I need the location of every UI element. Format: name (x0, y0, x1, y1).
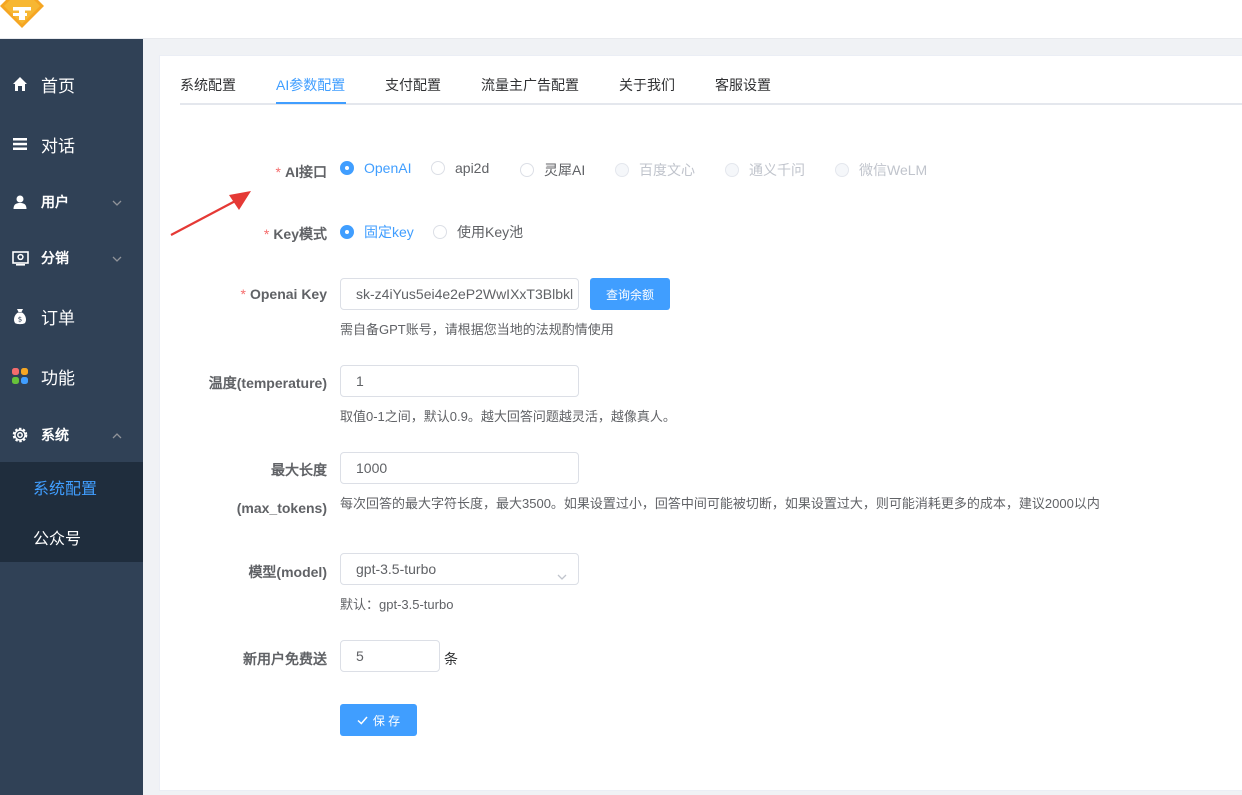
temperature-input[interactable]: 1 (340, 365, 579, 397)
user-icon (11, 193, 29, 211)
model-select-value: gpt-3.5-turbo (356, 561, 437, 577)
chevron-up-icon (111, 429, 123, 441)
chevron-down-icon (111, 252, 123, 264)
tab-system-config[interactable]: 系统配置 (180, 75, 236, 95)
logo-icon[interactable] (0, 0, 44, 39)
save-button-label: 保 存 (372, 713, 401, 728)
sidebar-item-label: 用户 (41, 194, 69, 210)
check-icon (357, 715, 368, 726)
chevron-down-icon (556, 563, 568, 580)
sidebar-item-orders[interactable]: $ 订单 (0, 288, 143, 344)
model-label: 模型(model) (248, 564, 327, 580)
sidebar-item-system[interactable]: 系统 (0, 407, 143, 463)
distribution-icon (11, 249, 29, 267)
sidebar-item-home[interactable]: 首页 (0, 56, 143, 112)
sidebar-item-distribution[interactable]: 分销 (0, 230, 143, 286)
sidebar-item-features[interactable]: 功能 (0, 348, 143, 404)
max-tokens-label: 最大长度 (271, 462, 327, 478)
sidebar-item-label: 首页 (41, 76, 75, 96)
sidebar-item-users[interactable]: 用户 (0, 174, 143, 230)
key-mode-label: * Key模式 (263, 226, 327, 242)
tab-bar: 系统配置 AI参数配置 支付配置 流量主广告配置 关于我们 客服设置 (180, 56, 1242, 105)
radio-fixed-key[interactable]: 固定key (340, 222, 414, 242)
free-gift-input[interactable]: 5 (340, 640, 440, 672)
openai-key-input[interactable]: sk-z4iYus5ei4e2eP2WwIXxT3Blbkl (340, 278, 579, 310)
home-icon (11, 75, 29, 93)
tab-ads[interactable]: 流量主广告配置 (481, 75, 579, 95)
money-bag-icon: $ (11, 307, 29, 325)
sidebar-item-label: 系统 (41, 427, 69, 443)
model-select[interactable]: gpt-3.5-turbo (340, 553, 579, 585)
tab-payment[interactable]: 支付配置 (385, 75, 441, 95)
list-icon (11, 135, 29, 153)
radio-baidu-wenxin[interactable]: 百度文心 (615, 160, 695, 180)
radio-wechat-welm[interactable]: 微信WeLM (835, 160, 927, 180)
sidebar-item-label: 订单 (41, 308, 75, 328)
free-gift-unit: 条 (444, 651, 458, 667)
max-tokens-label-sub: (max_tokens) (236, 500, 327, 516)
main-panel: 系统配置 AI参数配置 支付配置 流量主广告配置 关于我们 客服设置 * AI接口… (159, 55, 1242, 791)
radio-tongyi[interactable]: 通义千问 (725, 160, 805, 180)
query-balance-button[interactable]: 查询余额 (590, 278, 670, 310)
sidebar-item-chat[interactable]: 对话 (0, 116, 143, 172)
apps-icon (11, 367, 29, 385)
annotation-arrow-icon (170, 191, 251, 236)
tab-ai-params[interactable]: AI参数配置 (276, 75, 345, 95)
sidebar-subitem-official-account[interactable]: 公众号 (0, 512, 143, 562)
openai-key-label: * Openai Key (240, 286, 327, 302)
sidebar-item-label: 功能 (41, 368, 75, 388)
tab-active-indicator (276, 102, 346, 104)
tab-customer-service[interactable]: 客服设置 (715, 75, 771, 95)
radio-key-pool[interactable]: 使用Key池 (433, 222, 523, 242)
radio-lingxi[interactable]: 灵犀AI (520, 160, 585, 180)
max-tokens-hint: 每次回答的最大字符长度，最大3500。如果设置过小，回答中间可能被切断，如果设置… (340, 496, 1100, 511)
max-tokens-input[interactable]: 1000 (340, 452, 579, 484)
model-hint: 默认：gpt-3.5-turbo (340, 597, 454, 612)
temperature-label: 温度(temperature) (208, 375, 327, 391)
gear-icon (11, 426, 29, 444)
system-submenu: 系统配置 公众号 (0, 462, 143, 562)
sidebar-item-label: 对话 (41, 136, 75, 156)
tab-about[interactable]: 关于我们 (619, 75, 675, 95)
svg-text:$: $ (18, 315, 22, 323)
chevron-down-icon (111, 196, 123, 208)
free-gift-label: 新用户免费送 (243, 651, 327, 667)
top-header (0, 0, 1242, 39)
ai-api-label: * AI接口 (275, 164, 327, 180)
sidebar: 首页 对话 用户 分销 $ 订单 功能 系统 系统配置 公众号 (0, 39, 143, 795)
openai-key-hint: 需自备GPT账号，请根据您当地的法规酌情使用 (340, 322, 614, 337)
radio-openai[interactable]: OpenAI (340, 160, 411, 176)
sidebar-subitem-system-config[interactable]: 系统配置 (0, 462, 143, 512)
save-button[interactable]: 保 存 (340, 704, 417, 736)
temperature-hint: 取值0-1之间，默认0.9。越大回答问题越灵活，越像真人。 (340, 409, 676, 424)
sidebar-item-label: 分销 (41, 250, 69, 266)
radio-api2d[interactable]: api2d (431, 160, 489, 176)
